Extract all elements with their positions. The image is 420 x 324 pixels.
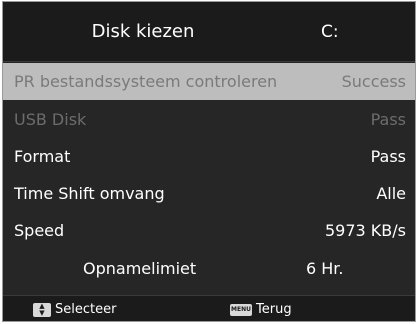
menu-item-recording-limit[interactable]: Opnamelimiet 6 Hr.	[3, 250, 415, 287]
usb-disk-value: Pass	[370, 110, 406, 129]
select-hint: ▲ ▼ Selecteer	[33, 296, 117, 321]
time-shift-size-label: Time Shift omvang	[14, 184, 165, 203]
recording-limit-value: 6 Hr.	[306, 259, 344, 278]
format-value: Pass	[370, 147, 406, 166]
usb-disk-label: USB Disk	[14, 110, 87, 129]
disk-menu-screen: Disk kiezen C: PR bestandssysteem contro…	[2, 1, 416, 322]
speed-value: 5973 KB/s	[325, 221, 406, 240]
menu-item-format[interactable]: Format Pass	[3, 138, 415, 175]
select-hint-label: Selecteer	[55, 302, 117, 317]
filesystem-check-value: Success	[341, 72, 406, 91]
back-hint-label: Terug	[256, 302, 292, 317]
disk-select-row[interactable]: Disk kiezen C:	[3, 2, 415, 62]
help-bar: ▲ ▼ Selecteer MENU Terug	[3, 295, 415, 321]
time-shift-size-value: Alle	[376, 184, 406, 203]
back-hint: MENU Terug	[230, 296, 292, 321]
up-down-arrows-icon: ▲ ▼	[33, 303, 51, 317]
recording-limit-label: Opnamelimiet	[83, 259, 197, 278]
speed-label: Speed	[14, 221, 65, 240]
menu-item-filesystem-check[interactable]: PR bestandssysteem controleren Success	[3, 63, 415, 100]
menu-item-time-shift-size[interactable]: Time Shift omvang Alle	[3, 175, 415, 212]
disk-select-value: C:	[321, 22, 339, 42]
disk-select-label: Disk kiezen	[91, 21, 195, 42]
menu-item-speed[interactable]: Speed 5973 KB/s	[3, 212, 415, 249]
menu-key-icon: MENU	[230, 304, 252, 316]
format-label: Format	[14, 147, 71, 166]
filesystem-check-label: PR bestandssysteem controleren	[14, 72, 278, 91]
menu-item-usb-disk: USB Disk Pass	[3, 101, 415, 138]
